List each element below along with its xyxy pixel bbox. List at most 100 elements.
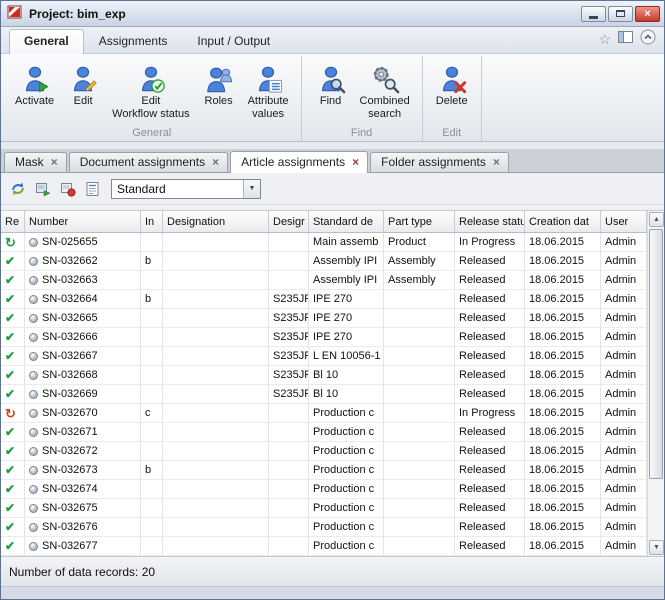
cell-index [141, 271, 163, 289]
close-button[interactable]: × [635, 6, 660, 22]
cell-number: SN-032671 [25, 423, 141, 441]
ribbon-tab-general[interactable]: General [9, 29, 84, 54]
table-row[interactable]: ✔SN-032665S235JRG2IPE 270Released18.06.2… [1, 309, 647, 328]
document-tab-document-assignments[interactable]: Document assignments× [69, 152, 228, 172]
column-header-re[interactable]: Re [1, 211, 25, 232]
ribbon-group-caption: Find [302, 127, 422, 139]
table-row[interactable]: ✔SN-032664bS235JRG2IPE 270Released18.06.… [1, 290, 647, 309]
favorites-star-icon[interactable]: ☆ [598, 32, 611, 46]
roles-button[interactable]: Roles [196, 59, 242, 112]
maximize-icon [616, 10, 625, 17]
cell-number: SN-032672 [25, 442, 141, 460]
combined-search-icon [370, 63, 400, 95]
row-status-icon: ↻ [1, 404, 25, 422]
cell-standard: Assembly IPI [309, 252, 384, 270]
cell-part_type [384, 366, 455, 384]
minimize-button[interactable] [581, 6, 606, 22]
table-row[interactable]: ✔SN-032677Production cReleased18.06.2015… [1, 537, 647, 556]
document-tab-article-assignments[interactable]: Article assignments× [230, 151, 368, 173]
tab-close-icon[interactable]: × [493, 156, 500, 168]
table-row[interactable]: ✔SN-032671Production cReleased18.06.2015… [1, 423, 647, 442]
column-header-part-type[interactable]: Part type [384, 211, 455, 232]
cell-user: Admin [601, 518, 647, 536]
tab-close-icon[interactable]: × [352, 156, 359, 168]
table-row[interactable]: ✔SN-032674Production cReleased18.06.2015… [1, 480, 647, 499]
cell-part_type [384, 461, 455, 479]
table-row[interactable]: ↻SN-025655Main assembProductIn Progress1… [1, 233, 647, 252]
cell-standard: L EN 10056-1 [309, 347, 384, 365]
table-row[interactable]: ✔SN-032666S235JRG2IPE 270Released18.06.2… [1, 328, 647, 347]
table-row[interactable]: ✔SN-032663Assembly IPIAssemblyReleased18… [1, 271, 647, 290]
table-row[interactable]: ✔SN-032675Production cReleased18.06.2015… [1, 499, 647, 518]
row-status-icon: ✔ [1, 252, 25, 270]
roles-icon [204, 63, 234, 95]
scroll-down-button[interactable]: ▼ [649, 540, 664, 555]
result-list-dropdown[interactable]: Standard ▼ [111, 179, 261, 199]
column-header-desigr[interactable]: Desigr [269, 211, 309, 232]
tab-close-icon[interactable]: × [51, 156, 58, 168]
table-row[interactable]: ✔SN-032673bProduction cReleased18.06.201… [1, 461, 647, 480]
result-toolbar: Standard ▼ [1, 173, 664, 205]
cell-user: Admin [601, 309, 647, 327]
cell-release_status: Released [455, 252, 525, 270]
collapse-ribbon-icon[interactable] [640, 29, 656, 48]
scroll-up-button[interactable]: ▲ [649, 212, 664, 227]
table-row[interactable]: ✔SN-032667S235JRG2L EN 10056-1Released18… [1, 347, 647, 366]
minimize-icon [589, 16, 598, 19]
edit-workflow-status-button[interactable]: EditWorkflow status [106, 59, 195, 124]
document-tab-mask[interactable]: Mask× [4, 152, 67, 172]
ribbon-tab-input-output[interactable]: Input / Output [182, 29, 285, 53]
activate-button[interactable]: Activate [9, 59, 60, 112]
vertical-scrollbar[interactable]: ▲ ▼ [647, 211, 665, 556]
column-header-in[interactable]: In [141, 211, 163, 232]
cell-index: b [141, 461, 163, 479]
panel-layout-icon[interactable] [618, 31, 633, 46]
ribbon-tab-assignments[interactable]: Assignments [84, 29, 183, 53]
cell-designation [163, 442, 269, 460]
refresh-icon[interactable] [7, 178, 29, 200]
row-status-icon: ✔ [1, 290, 25, 308]
column-header-user[interactable]: User [601, 211, 647, 232]
cell-designation [163, 404, 269, 422]
scrollbar-thumb[interactable] [649, 229, 663, 479]
cell-standard: IPE 270 [309, 309, 384, 327]
table-row[interactable]: ✔SN-032676Production cReleased18.06.2015… [1, 518, 647, 537]
cell-part_type [384, 423, 455, 441]
maximize-button[interactable] [608, 6, 633, 22]
article-icon [29, 485, 38, 494]
table-row[interactable]: ✔SN-032669S235JRG2Bl 10Released18.06.201… [1, 385, 647, 404]
cell-creation_date: 18.06.2015 [525, 537, 601, 555]
table-row[interactable]: ✔SN-032672Production cReleased18.06.2015… [1, 442, 647, 461]
article-icon [29, 390, 38, 399]
cell-designation [163, 271, 269, 289]
column-header-release-statu[interactable]: Release statu [455, 211, 525, 232]
cell-part_type [384, 499, 455, 517]
attribute-values-icon [253, 63, 283, 95]
article-icon [29, 523, 38, 532]
report-icon[interactable] [82, 178, 104, 200]
table-row[interactable]: ✔SN-032668S235JRG2Bl 10Released18.06.201… [1, 366, 647, 385]
column-header-designation[interactable]: Designation [163, 211, 269, 232]
edit-button[interactable]: Edit [60, 59, 106, 112]
table-row[interactable]: ↻SN-032670cProduction cIn Progress18.06.… [1, 404, 647, 423]
column-header-creation-dat[interactable]: Creation dat [525, 211, 601, 232]
cell-creation_date: 18.06.2015 [525, 233, 601, 251]
tab-close-icon[interactable]: × [212, 156, 219, 168]
export-result-icon[interactable] [32, 178, 54, 200]
cell-release_status: In Progress [455, 233, 525, 251]
cell-user: Admin [601, 252, 647, 270]
delete-result-icon[interactable] [57, 178, 79, 200]
find-button[interactable]: Find [308, 59, 354, 112]
combined-search-button[interactable]: Combinedsearch [354, 59, 416, 124]
attribute-values-button[interactable]: Attributevalues [242, 59, 295, 124]
ribbon-tools: ☆ [598, 29, 656, 53]
cell-designation [163, 328, 269, 346]
table-row[interactable]: ✔SN-032662bAssembly IPIAssemblyReleased1… [1, 252, 647, 271]
window-controls: × [581, 6, 660, 22]
delete-button[interactable]: Delete [429, 59, 475, 112]
document-tab-folder-assignments[interactable]: Folder assignments× [370, 152, 509, 172]
column-header-number[interactable]: Number [25, 211, 141, 232]
column-header-standard-de[interactable]: Standard de [309, 211, 384, 232]
cell-standard: Production c [309, 480, 384, 498]
dropdown-arrow-icon[interactable]: ▼ [243, 180, 260, 198]
